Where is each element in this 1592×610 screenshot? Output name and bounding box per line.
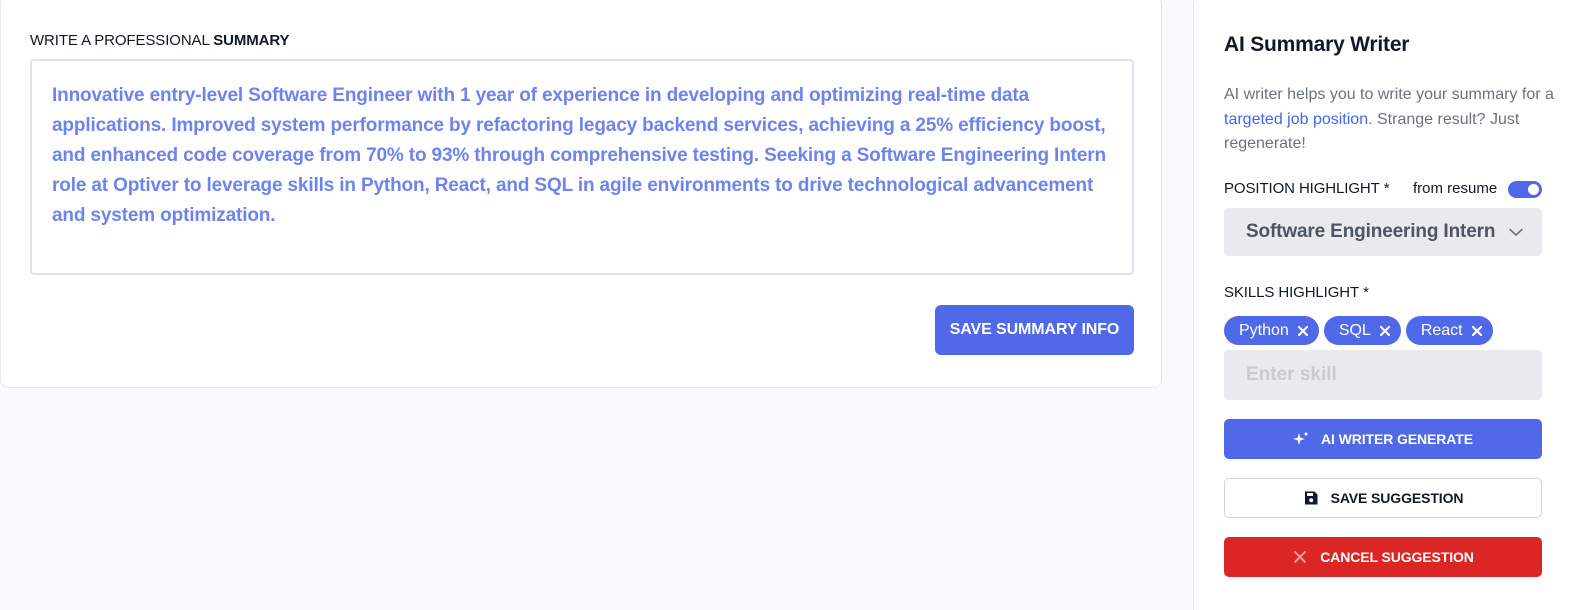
skills-highlight-label-text: SKILLS HIGHLIGHT	[1224, 284, 1360, 301]
section-title: WRITE A PROFESSIONAL SUMMARY	[30, 32, 290, 49]
cancel-suggestion-button[interactable]: CANCEL SUGGESTION	[1224, 537, 1542, 577]
required-mark: *	[1363, 284, 1369, 301]
close-icon[interactable]	[1297, 325, 1309, 337]
sparkles-icon	[1293, 431, 1309, 445]
summary-card: WRITE A PROFESSIONAL SUMMARY Innovative …	[0, 0, 1162, 388]
skill-chips: Python SQL React	[1224, 316, 1493, 345]
summary-textarea[interactable]: Innovative entry-level Software Engineer…	[30, 59, 1134, 275]
close-icon[interactable]	[1471, 325, 1483, 337]
floppy-disk-icon	[1304, 491, 1318, 505]
toggle-knob	[1528, 184, 1539, 195]
skill-input[interactable]	[1224, 350, 1542, 400]
ai-writer-panel: AI Summary Writer AI writer helps you to…	[1193, 0, 1592, 610]
panel-title: AI Summary Writer	[1224, 33, 1410, 56]
close-icon	[1294, 551, 1307, 563]
skill-chip-label: SQL	[1338, 321, 1371, 339]
cancel-suggestion-label: CANCEL SUGGESTION	[1320, 549, 1474, 565]
position-highlight-label: POSITION HIGHLIGHT *	[1224, 180, 1390, 197]
section-title-prefix: WRITE A PROFESSIONAL	[30, 32, 214, 49]
section-title-bold: SUMMARY	[213, 32, 290, 49]
from-resume-toggle[interactable]	[1508, 181, 1542, 198]
save-suggestion-button[interactable]: SAVE SUGGESTION	[1224, 478, 1542, 518]
position-select-value: Software Engineering Intern	[1246, 221, 1496, 242]
skill-chip-label: React	[1420, 321, 1463, 339]
skill-chip-sql: SQL	[1323, 316, 1401, 345]
skill-chip-react: React	[1405, 316, 1493, 345]
close-icon[interactable]	[1379, 325, 1391, 337]
panel-description-text: AI writer helps you to write your summar…	[1224, 86, 1554, 103]
skill-chip-python: Python	[1224, 316, 1319, 345]
position-highlight-label-text: POSITION HIGHLIGHT	[1224, 180, 1380, 197]
ai-writer-generate-button[interactable]: AI WRITER GENERATE	[1224, 419, 1542, 459]
from-resume-label: from resume	[1413, 180, 1498, 197]
skill-chip-label: Python	[1239, 321, 1289, 339]
position-select[interactable]: Software Engineering Intern	[1224, 208, 1542, 256]
targeted-job-position-link[interactable]: targeted job position	[1224, 111, 1368, 128]
ai-writer-generate-label: AI WRITER GENERATE	[1321, 431, 1473, 447]
save-suggestion-label: SAVE SUGGESTION	[1330, 490, 1464, 506]
panel-description: AI writer helps you to write your summar…	[1224, 83, 1554, 157]
skills-highlight-label: SKILLS HIGHLIGHT *	[1224, 284, 1369, 301]
chevron-down-icon	[1509, 228, 1523, 236]
save-summary-button[interactable]: SAVE SUMMARY INFO	[935, 305, 1134, 355]
required-mark: *	[1383, 180, 1390, 197]
